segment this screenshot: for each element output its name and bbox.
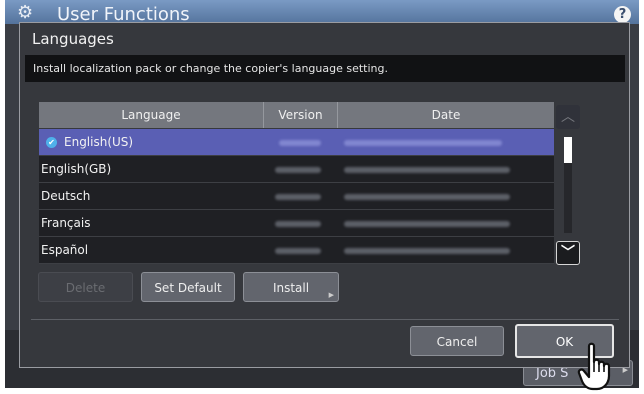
dialog-title: Languages [32, 30, 114, 48]
column-header-date: Date [431, 108, 461, 122]
chevron-down-icon[interactable]: ﹀ [556, 241, 580, 265]
table-header: Language Version Date [39, 102, 554, 128]
version-cell [279, 140, 321, 146]
chevron-up-icon[interactable]: ︿ [556, 105, 580, 129]
message-text: Install localization pack or change the … [33, 62, 388, 75]
message-bar: Install localization pack or change the … [25, 55, 625, 82]
language-cell: English(GB) [41, 162, 112, 176]
language-cell: Español [41, 243, 89, 257]
version-cell [275, 167, 321, 173]
install-button[interactable]: Install ▶ [243, 272, 339, 302]
app-header: ⚙ User Functions ? [5, 0, 639, 25]
column-header-version: Version [264, 102, 338, 128]
help-icon[interactable]: ? [614, 6, 631, 23]
checkmark-icon: ✔ [46, 137, 57, 148]
date-cell [344, 248, 510, 254]
version-cell [275, 221, 321, 227]
table-scrollbar[interactable]: ︿ ﹀ [556, 105, 580, 268]
job-status-label: Job S [536, 366, 569, 381]
table-row[interactable]: ✔ English(US) [39, 129, 554, 156]
language-cell: Deutsch [41, 189, 91, 203]
date-cell [344, 167, 510, 173]
install-label: Install [272, 281, 310, 295]
table-row[interactable]: Deutsch [39, 183, 554, 210]
languages-dialog: Languages Install localization pack or c… [19, 22, 630, 368]
cancel-button[interactable]: Cancel [410, 326, 504, 356]
version-cell [275, 194, 321, 200]
date-cell [344, 194, 510, 200]
arrow-icon: ▶ [328, 291, 334, 299]
language-cell: Français [41, 216, 91, 230]
table-row[interactable]: English(GB) [39, 156, 554, 183]
version-cell [275, 248, 321, 254]
column-header-language: Language [39, 102, 264, 128]
set-default-button[interactable]: Set Default [141, 272, 235, 302]
hand-pointer-icon [577, 342, 611, 391]
divider [31, 319, 619, 320]
table-row[interactable]: Español [39, 237, 554, 264]
gear-icon: ⚙ [17, 2, 34, 23]
date-cell [344, 221, 510, 227]
table-row[interactable]: Français [39, 210, 554, 237]
delete-button[interactable]: Delete [38, 272, 133, 302]
language-cell: English(US) [64, 135, 134, 149]
scroll-thumb[interactable] [564, 137, 572, 163]
date-cell [344, 140, 502, 146]
